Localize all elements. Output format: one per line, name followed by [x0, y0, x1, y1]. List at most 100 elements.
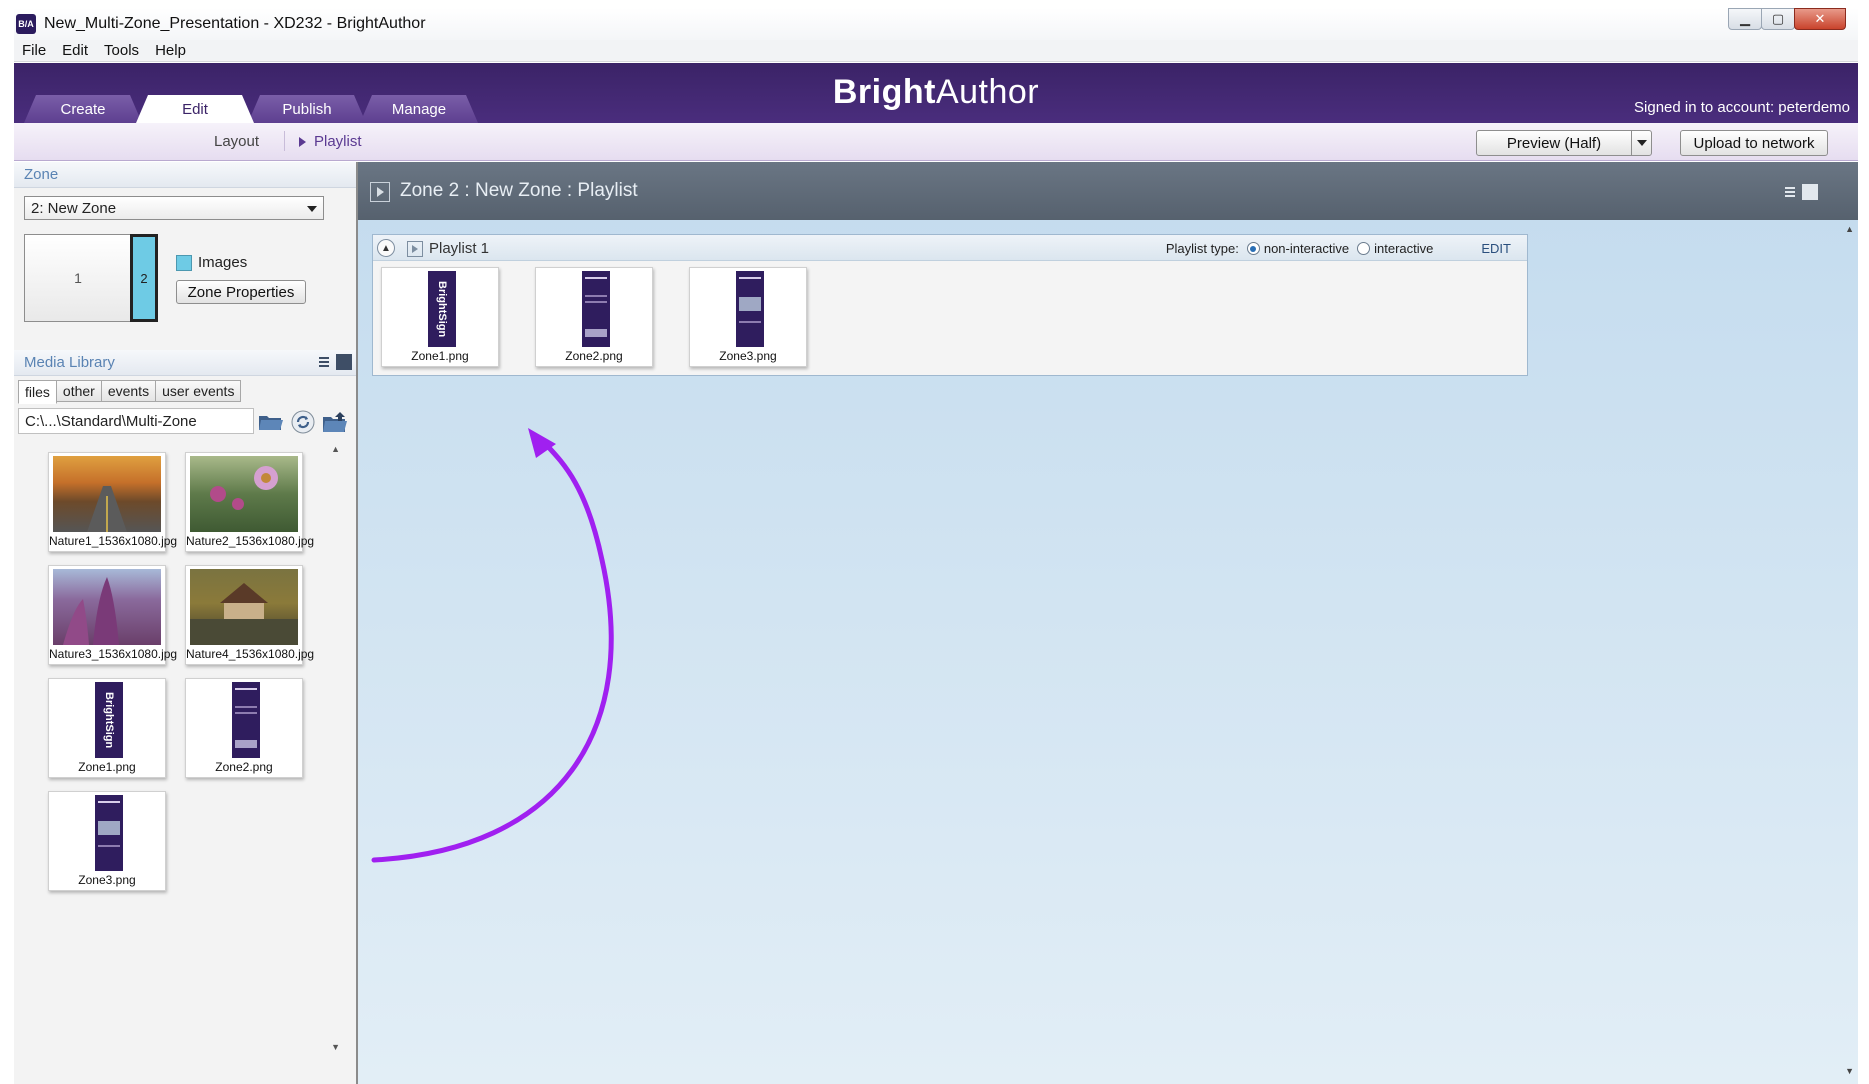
images-color-swatch: [176, 254, 192, 271]
play-icon[interactable]: [407, 241, 423, 257]
banner-logo-text: BrightSign: [436, 280, 448, 338]
scroll-down-icon[interactable]: ▼: [331, 1042, 340, 1052]
window-title: New_Multi-Zone_Presentation - XD232 - Br…: [44, 15, 426, 32]
media-item-name: Nature3_1536x1080.jpg: [49, 647, 178, 661]
brightauthor-logo: BrightAuthor: [833, 73, 1039, 112]
menu-help[interactable]: Help: [147, 42, 194, 59]
left-panel: Zone 2: New Zone 1 2 Images Zone Propert…: [14, 162, 358, 1084]
subnav-divider: [284, 131, 285, 151]
nature1-thumbnail: [53, 456, 161, 532]
subnav-playlist[interactable]: Playlist: [299, 133, 362, 150]
preview-button[interactable]: Preview (Half): [1476, 130, 1652, 156]
media-item-name: Nature4_1536x1080.jpg: [186, 647, 315, 661]
images-label: Images: [198, 254, 248, 271]
media-item[interactable]: Nature3_1536x1080.jpg: [48, 565, 178, 665]
images-indicator: Images: [176, 254, 247, 271]
non-interactive-radio[interactable]: [1246, 242, 1260, 255]
media-item[interactable]: Nature2_1536x1080.jpg: [185, 452, 314, 552]
playlist-item[interactable]: BrightSign Zone1.png: [381, 267, 499, 367]
zone2-thumbnail: [232, 682, 260, 758]
playlist-name: Playlist 1: [429, 240, 490, 257]
scroll-up-icon[interactable]: ▲: [331, 444, 340, 454]
zone-select-value: 2: New Zone: [31, 199, 117, 217]
scroll-up-icon[interactable]: ▲: [1845, 224, 1854, 234]
preview-dropdown[interactable]: [1631, 131, 1651, 155]
media-item[interactable]: Nature1_1536x1080.jpg: [48, 452, 178, 552]
playlist-type-label: Playlist type:: [1165, 241, 1239, 256]
close-button[interactable]: ✕: [1794, 8, 1846, 30]
zone-layout-preview: 1 2: [24, 234, 158, 322]
menu-bar: File Edit Tools Help: [14, 40, 1858, 62]
list-view-icon[interactable]: [316, 354, 332, 370]
media-library-title: Media Library: [24, 354, 115, 371]
zone3-thumbnail: [95, 795, 123, 871]
tab-create[interactable]: Create: [24, 95, 142, 123]
menu-edit[interactable]: Edit: [54, 42, 96, 59]
media-view-toggle: [316, 354, 352, 370]
grid-view-icon[interactable]: [1802, 184, 1818, 200]
play-icon[interactable]: [370, 182, 390, 202]
tab-publish[interactable]: Publish: [248, 95, 366, 123]
app-icon: B/A: [16, 14, 36, 34]
zone-section-header: Zone: [14, 162, 356, 188]
nature2-thumbnail: [190, 456, 298, 532]
collapse-icon[interactable]: ▲: [377, 239, 395, 257]
play-arrow-icon: [299, 136, 306, 147]
list-view-icon[interactable]: [1782, 184, 1798, 200]
zone-select[interactable]: 2: New Zone: [24, 196, 324, 220]
tab-user-events[interactable]: user events: [155, 380, 242, 402]
grid-view-icon[interactable]: [336, 354, 352, 370]
menu-tools[interactable]: Tools: [96, 42, 147, 59]
playlist-item-name: Zone2.png: [565, 349, 623, 363]
app-header: Create Edit Publish Manage BrightAuthor …: [14, 63, 1858, 123]
open-folder-icon[interactable]: [258, 410, 284, 434]
nature3-thumbnail: [53, 569, 161, 645]
minimize-icon: ▁: [1740, 11, 1750, 26]
media-library-grid: ▲ ▼ Nature1_1536x1080.jpg Nature2_1536x1…: [18, 442, 342, 1054]
media-item-name: Nature1_1536x1080.jpg: [49, 534, 178, 548]
playlist-header: ▲ Playlist 1 Playlist type: non-interact…: [373, 235, 1527, 261]
playlist-editor: Zone 2 : New Zone : Playlist ▲ Playlist …: [358, 162, 1858, 1084]
signed-in-account: Signed in to account: peterdemo: [1634, 99, 1850, 116]
interactive-radio[interactable]: [1357, 242, 1371, 255]
minimize-button[interactable]: ▁: [1728, 8, 1762, 30]
zone3-thumbnail: [736, 271, 764, 347]
preview-button-label: Preview (Half): [1506, 134, 1602, 152]
tab-events[interactable]: events: [100, 380, 157, 402]
zone-1-area[interactable]: 1: [25, 235, 131, 321]
maximize-icon: ▢: [1771, 11, 1785, 26]
main-tabs: Create Edit Publish Manage: [24, 95, 472, 123]
upload-to-network-button[interactable]: Upload to network: [1680, 130, 1828, 156]
tab-manage[interactable]: Manage: [360, 95, 478, 123]
menu-file[interactable]: File: [14, 42, 54, 59]
media-library-tabs: files other events user events: [18, 380, 242, 404]
logo-bold-text: Bright: [832, 73, 936, 111]
media-item[interactable]: Nature4_1536x1080.jpg: [185, 565, 315, 665]
tab-other[interactable]: other: [55, 380, 102, 402]
interactive-label: interactive: [1374, 241, 1434, 256]
playlist-item[interactable]: Zone3.png: [689, 267, 807, 367]
playlist-box: ▲ Playlist 1 Playlist type: non-interact…: [372, 234, 1528, 376]
playlist-edit-link[interactable]: EDIT: [1481, 241, 1511, 256]
tab-files[interactable]: files: [18, 380, 57, 404]
media-item[interactable]: Zone3.png: [48, 791, 166, 891]
media-library-header: Media Library: [14, 350, 356, 376]
app-window: B/A New_Multi-Zone_Presentation - XD232 …: [14, 8, 1858, 1084]
window-controls: ▁ ▢ ✕: [1728, 8, 1846, 30]
zone-2-area[interactable]: 2: [130, 234, 158, 322]
zone2-thumbnail: [582, 271, 610, 347]
scroll-down-icon[interactable]: ▼: [1845, 1066, 1854, 1076]
media-item[interactable]: BrightSign Zone1.png: [48, 678, 166, 778]
media-item[interactable]: Zone2.png: [185, 678, 303, 778]
subnav-layout[interactable]: Layout: [214, 133, 259, 150]
playlist-item-name: Zone1.png: [411, 349, 469, 363]
playlist-item[interactable]: Zone2.png: [535, 267, 653, 367]
nature4-thumbnail: [190, 569, 298, 645]
media-path-field[interactable]: C:\...\Standard\Multi-Zone: [18, 408, 254, 434]
upload-folder-icon[interactable]: [322, 410, 348, 434]
refresh-icon[interactable]: [290, 410, 316, 434]
zone-properties-button[interactable]: Zone Properties: [176, 280, 306, 304]
playlist-type: Playlist type: non-interactive interacti…: [1166, 241, 1511, 256]
maximize-button[interactable]: ▢: [1761, 8, 1795, 30]
tab-edit[interactable]: Edit: [136, 95, 254, 123]
